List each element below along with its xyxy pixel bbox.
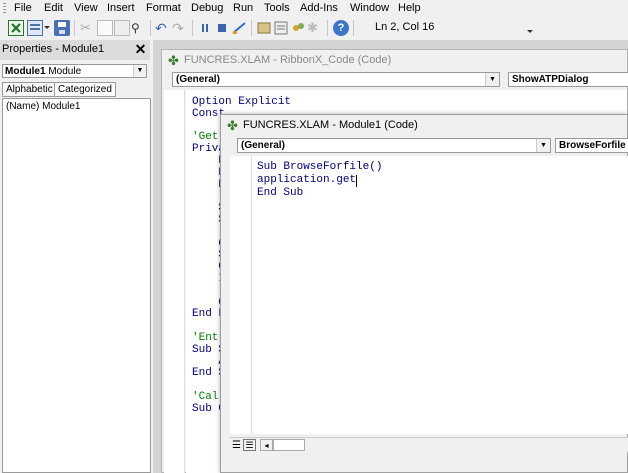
object-name: Module1 bbox=[5, 66, 46, 77]
text-caret bbox=[356, 175, 357, 187]
toolbar-separator bbox=[192, 20, 193, 36]
properties-grid: (Name) Module1 bbox=[2, 98, 151, 473]
reset-icon[interactable] bbox=[214, 20, 230, 36]
cut-icon[interactable]: ✂ bbox=[80, 20, 96, 36]
chevron-down-icon[interactable]: ▼ bbox=[536, 139, 550, 152]
object-dropdown[interactable]: (General) ▼ bbox=[172, 72, 500, 87]
window-titlebar: ✤ FUNCRES.XLAM - RibbonX_Code (Code) bbox=[162, 50, 627, 71]
code-editor[interactable]: Sub BrowseForfile() application.get End Su… bbox=[252, 156, 628, 434]
menu-file[interactable]: File bbox=[14, 2, 32, 14]
tab-alphabetic[interactable]: Alphabetic bbox=[2, 82, 57, 97]
menu-insert[interactable]: Insert bbox=[107, 2, 135, 14]
object-dropdown-value: (General) bbox=[241, 140, 285, 151]
toolbar-options-icon[interactable] bbox=[526, 20, 534, 36]
object-type: Module bbox=[48, 66, 82, 77]
insert-module-icon[interactable] bbox=[27, 20, 43, 36]
toolbar-separator bbox=[74, 20, 75, 36]
horizontal-scrollbar[interactable] bbox=[273, 439, 305, 451]
menu-help[interactable]: Help bbox=[398, 2, 421, 14]
menu-edit[interactable]: Edit bbox=[44, 2, 63, 14]
design-mode-icon[interactable] bbox=[231, 20, 247, 36]
close-icon[interactable]: ✕ bbox=[133, 42, 148, 57]
property-name: (Name) bbox=[6, 101, 40, 112]
procedure-dropdown-value: BrowseForfile bbox=[559, 140, 626, 151]
window-title: FUNCRES.XLAM - RibbonX_Code (Code) bbox=[184, 54, 392, 66]
code-line[interactable]: 'Get bbox=[192, 131, 218, 143]
code-line[interactable]: Sub BrowseForfile() bbox=[257, 161, 382, 173]
code-window-icon: ✤ bbox=[168, 53, 179, 68]
project-explorer-icon[interactable] bbox=[256, 20, 272, 36]
redo-icon[interactable]: ↷ bbox=[172, 20, 188, 36]
properties-window-icon[interactable] bbox=[273, 20, 289, 36]
properties-object-dropdown[interactable]: Module1 Module ▼ bbox=[2, 64, 147, 78]
menu-debug[interactable]: Debug bbox=[191, 2, 223, 14]
toolbar-separator bbox=[150, 20, 151, 36]
object-browser-icon[interactable] bbox=[290, 20, 306, 36]
window-title: FUNCRES.XLAM - Module1 (Code) bbox=[243, 119, 418, 131]
code-line[interactable]: application.get bbox=[257, 174, 356, 186]
menu-window[interactable]: Window bbox=[350, 2, 389, 14]
undo-icon[interactable]: ↶ bbox=[155, 20, 171, 36]
object-dropdown-value: (General) bbox=[176, 74, 220, 85]
toolbox-icon[interactable]: ✱ bbox=[307, 20, 323, 36]
procedure-dropdown[interactable]: BrowseForfile bbox=[555, 138, 628, 153]
find-icon[interactable]: ⚲ bbox=[131, 20, 147, 36]
menu-format[interactable]: Format bbox=[146, 2, 181, 14]
properties-titlebar: Properties - Module1 ✕ bbox=[0, 40, 150, 60]
full-module-view-icon[interactable]: ☰ bbox=[243, 439, 256, 451]
menubar-grip[interactable] bbox=[3, 3, 6, 14]
toolbar-separator bbox=[327, 20, 328, 36]
code-margin[interactable] bbox=[230, 156, 252, 434]
menu-bar: File Edit View Insert Format Debug Run T… bbox=[0, 0, 628, 17]
window-titlebar: ✤ FUNCRES.XLAM - Module1 (Code) bbox=[221, 115, 627, 136]
run-icon[interactable] bbox=[197, 20, 213, 36]
view-excel-icon[interactable] bbox=[8, 20, 24, 36]
save-icon[interactable] bbox=[54, 20, 70, 36]
standard-toolbar: ✂ ⚲ ↶ ↷ ✱ ? Ln 2, Col 16 bbox=[0, 17, 628, 39]
help-icon[interactable]: ? bbox=[333, 20, 349, 36]
menu-addins[interactable]: Add-Ins bbox=[300, 2, 338, 14]
code-window-icon: ✤ bbox=[227, 118, 238, 133]
code-bottom-bar: ☰ ☰ ◂ bbox=[230, 437, 628, 452]
code-margin[interactable] bbox=[164, 90, 185, 473]
procedure-dropdown-value: ShowATPDialog bbox=[512, 74, 589, 85]
code-line[interactable]: Option Explicit bbox=[192, 96, 291, 108]
code-line[interactable]: End Sub bbox=[257, 187, 303, 199]
paste-icon[interactable] bbox=[114, 20, 130, 36]
tab-categorized[interactable]: Categorized bbox=[54, 82, 116, 97]
toolbar-separator bbox=[251, 20, 252, 36]
chevron-down-icon[interactable]: ▼ bbox=[485, 73, 499, 86]
copy-icon[interactable] bbox=[97, 20, 113, 36]
object-dropdown[interactable]: (General) ▼ bbox=[237, 138, 551, 153]
menu-tools[interactable]: Tools bbox=[264, 2, 290, 14]
procedure-view-icon[interactable]: ☰ bbox=[232, 440, 241, 451]
scroll-left-icon[interactable]: ◂ bbox=[260, 439, 273, 451]
procedure-dropdown[interactable]: ShowATPDialog bbox=[508, 72, 628, 87]
code-window-module1[interactable]: ✤ FUNCRES.XLAM - Module1 (Code) (General… bbox=[220, 114, 628, 473]
toolbar-separator bbox=[353, 20, 354, 36]
property-value: Module1 bbox=[42, 101, 81, 112]
property-row[interactable]: (Name) Module1 bbox=[6, 101, 80, 112]
chevron-down-icon[interactable] bbox=[43, 20, 51, 36]
properties-title: Properties - Module1 bbox=[2, 43, 105, 55]
cursor-position: Ln 2, Col 16 bbox=[375, 21, 435, 33]
menu-run[interactable]: Run bbox=[233, 2, 253, 14]
menu-view[interactable]: View bbox=[74, 2, 98, 14]
chevron-down-icon[interactable]: ▼ bbox=[133, 65, 146, 77]
